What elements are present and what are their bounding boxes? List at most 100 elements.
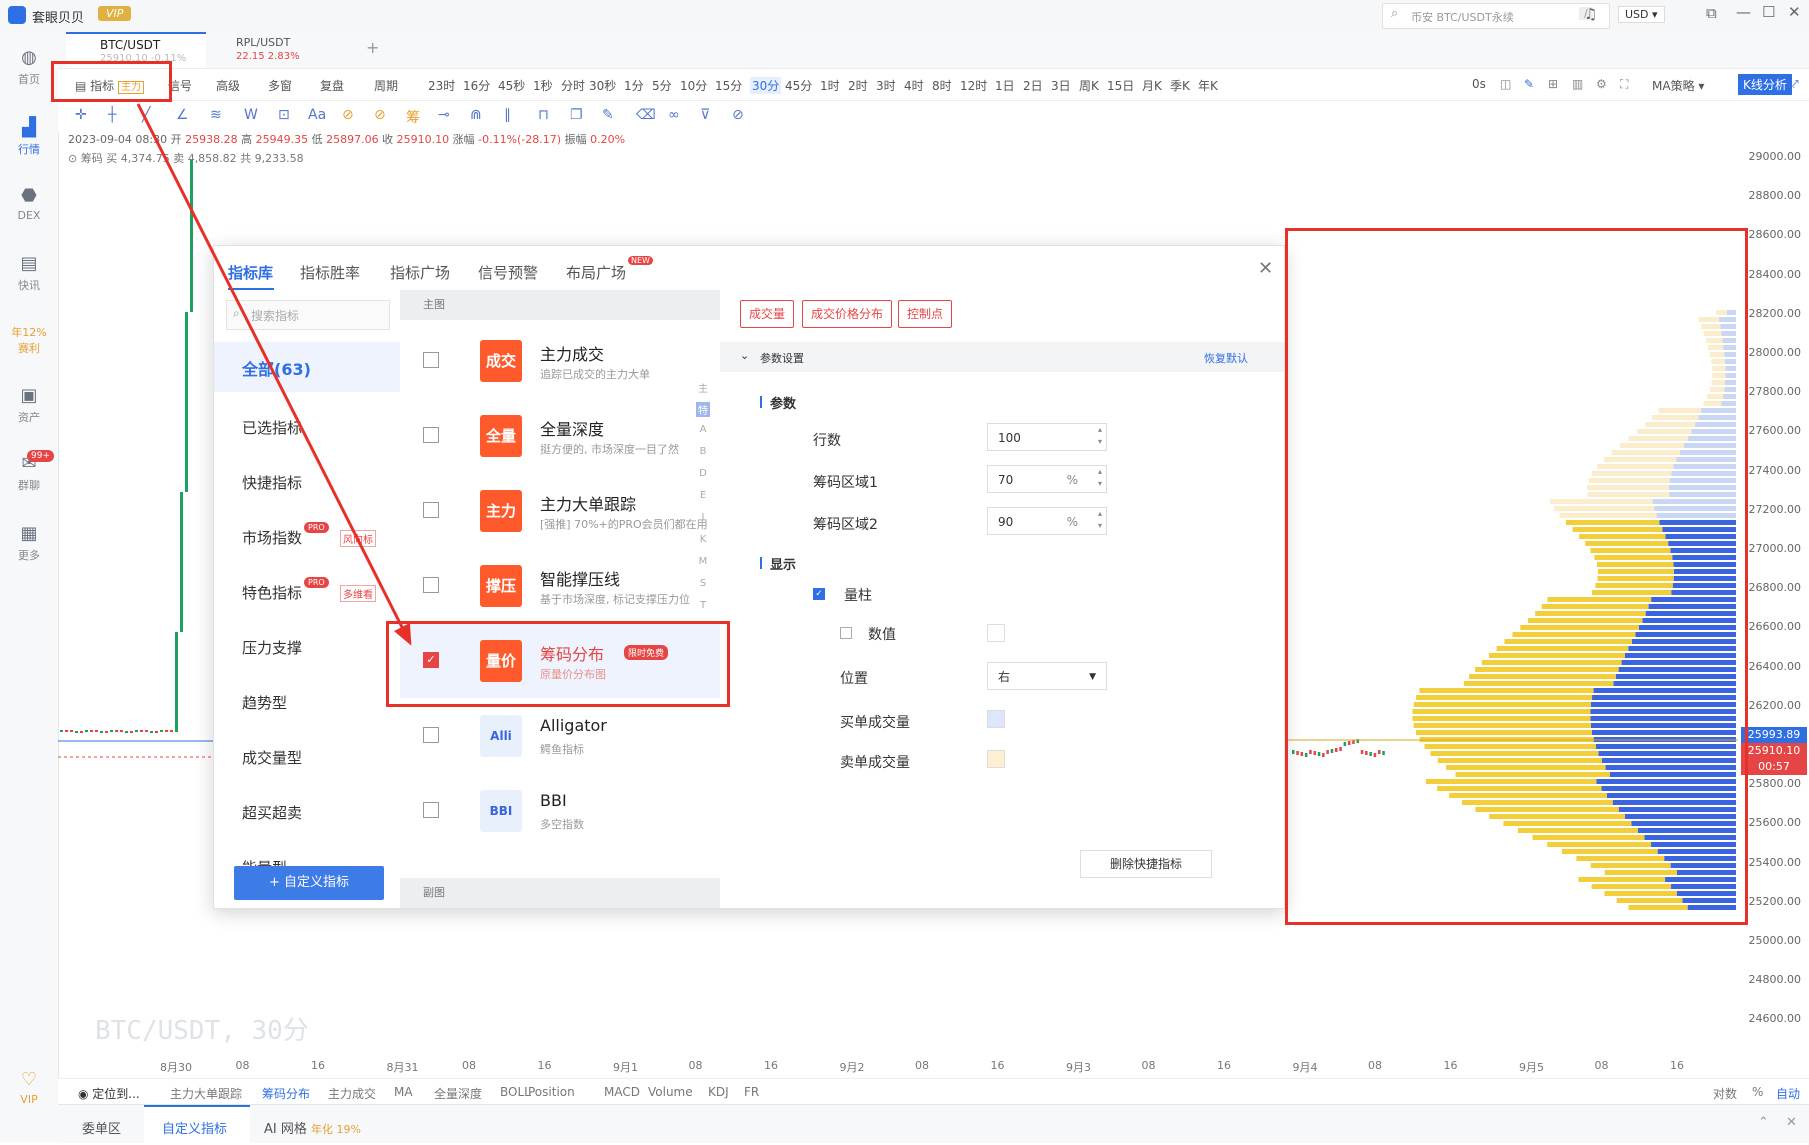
category-trend[interactable]: 趋势型 (242, 692, 287, 713)
interval-14[interactable]: 2时 (848, 77, 868, 94)
indicator-checkbox[interactable] (423, 427, 439, 443)
alpha-index-item[interactable]: A (696, 424, 710, 435)
nav-assets[interactable]: ▣ 资产 (0, 386, 58, 425)
eraser-icon[interactable]: ⊘ (374, 107, 386, 123)
alpha-index-item[interactable]: E (696, 490, 710, 501)
indicator-chip[interactable]: 主力大单跟踪 (170, 1085, 242, 1102)
category-market-index[interactable]: 市场指数 (242, 527, 302, 548)
trash-icon[interactable]: ⌫ (636, 107, 656, 123)
sub-indicator-chip[interactable]: Position (528, 1085, 575, 1099)
chips-tool-icon[interactable]: 筹 (406, 107, 420, 127)
vip-badge[interactable]: VIP (98, 6, 132, 21)
alpha-index-item[interactable]: 主 (696, 380, 710, 395)
pen-icon[interactable]: ✎ (1524, 77, 1534, 91)
maximize-icon[interactable]: ☐ (1762, 3, 1775, 21)
rows-input[interactable]: 100 ▴ ▾ (987, 423, 1107, 451)
indicator-checkbox[interactable] (423, 352, 439, 368)
indicator-chip[interactable]: 全量深度 (434, 1085, 482, 1102)
alpha-index-item[interactable]: I (696, 512, 710, 523)
interval-24[interactable]: 月K (1142, 77, 1162, 94)
tab-ai-grid[interactable]: AI 网格 年化 19% (264, 1118, 361, 1137)
filter-icon[interactable]: ⊽ (700, 107, 710, 123)
indicator-row[interactable]: Alli Alligator 鳄鱼指标 (400, 699, 720, 773)
alpha-index-item[interactable]: B (696, 446, 710, 457)
indicator-row[interactable]: 成交 主力成交 追踪已成交的主力大单 (400, 324, 720, 398)
indicator-row[interactable]: 撑压 智能撑压线 基于市场深度, 标记支撑压力位 (400, 549, 720, 623)
position-select[interactable]: 右 ▼ (987, 662, 1107, 690)
interval-2[interactable]: 16分 (463, 77, 490, 94)
percent-toggle[interactable]: % (1752, 1085, 1763, 1099)
nav-vip[interactable]: ♡ VIP (0, 1070, 58, 1107)
collapse-icon[interactable]: ⌃ (1758, 1115, 1769, 1130)
edit-icon[interactable]: ✎ (602, 107, 614, 123)
interval-26[interactable]: 年K (1198, 77, 1218, 94)
log-toggle[interactable]: 对数 (1713, 1085, 1737, 1102)
tab-layout-plaza[interactable]: 布局广场 (566, 262, 626, 283)
indicator-row[interactable]: BBI BBI 多空指数 (400, 774, 720, 848)
search-box[interactable]: ⌕ 币安 BTC/USDT永续 / (1382, 3, 1610, 29)
replay-button[interactable]: 复盘 (320, 77, 344, 94)
candle-icon[interactable]: ∥ (504, 107, 511, 123)
lock-icon[interactable]: ⊓ (538, 107, 549, 123)
interval-7[interactable]: 1分 (624, 77, 644, 94)
close-window-icon[interactable]: ✕ (1788, 3, 1801, 21)
alpha-index-item[interactable]: K (696, 534, 710, 545)
interval-19[interactable]: 1日 (995, 77, 1015, 94)
zone2-input[interactable]: 90% ▴ ▾ (987, 507, 1107, 535)
tab-custom-indicators[interactable]: 自定义指标 (144, 1105, 250, 1145)
interval-17[interactable]: 8时 (932, 77, 952, 94)
category-overbought[interactable]: 超买超卖 (242, 802, 302, 823)
layout-icon[interactable]: ⊞ (1548, 77, 1558, 91)
indicator-search[interactable]: ⌕ 搜索指标 (226, 300, 390, 330)
category-selected[interactable]: 已选指标 (242, 417, 302, 438)
delete-quick-indicator-button[interactable]: 删除快捷指标 (1080, 850, 1212, 878)
interval-18[interactable]: 12时 (960, 77, 987, 94)
interval-21[interactable]: 3日 (1051, 77, 1071, 94)
values-checkbox[interactable] (840, 627, 852, 639)
settings-icon[interactable]: ⚙ (1596, 77, 1607, 91)
nav-earn[interactable]: 年12% 赛利 (0, 324, 58, 356)
advanced-button[interactable]: 高级 (216, 77, 240, 94)
indicator-checkbox[interactable] (423, 502, 439, 518)
interval-23[interactable]: 15日 (1107, 77, 1134, 94)
add-tab-icon[interactable]: + (366, 38, 379, 57)
chip-price-distribution[interactable]: 成交价格分布 (802, 300, 893, 328)
link-icon[interactable]: ∞ (668, 107, 680, 123)
indicator-chip[interactable]: BOLL (500, 1085, 531, 1099)
fullscreen-icon[interactable]: ⛶ (1620, 77, 1628, 92)
category-support[interactable]: 压力支撑 (242, 637, 302, 658)
ruler-icon[interactable]: ⊸ (438, 107, 450, 123)
alpha-index-item[interactable]: D (696, 468, 710, 479)
tab-plaza[interactable]: 指标广场 (390, 262, 450, 283)
hide-icon[interactable]: ⊘ (732, 107, 744, 123)
interval-3[interactable]: 45秒 (498, 77, 525, 94)
interval-16[interactable]: 4时 (904, 77, 924, 94)
stepper-icon[interactable]: ▴ ▾ (1098, 424, 1102, 448)
sub-indicator-chip[interactable]: MACD (604, 1085, 640, 1099)
brush-icon[interactable]: ⊘ (342, 107, 354, 123)
measure-icon[interactable]: ⊡ (278, 107, 290, 123)
sub-indicator-chip[interactable]: Volume (648, 1085, 693, 1099)
interval-9[interactable]: 10分 (680, 77, 707, 94)
nav-chat[interactable]: ✉ 群聊 99+ (0, 450, 58, 493)
search-input[interactable]: 币安 BTC/USDT永续 (1411, 9, 1514, 25)
restore-default-link[interactable]: 恢复默认 (1204, 350, 1248, 366)
alpha-index-item[interactable]: T (696, 600, 710, 611)
interval-20[interactable]: 2日 (1023, 77, 1043, 94)
ma-strategy-button[interactable]: MA策略 ▾ (1652, 77, 1704, 94)
alpha-index-item[interactable]: S (696, 578, 710, 589)
trend-line-icon[interactable]: ╱ (142, 107, 150, 123)
interval-6[interactable]: 30秒 (589, 77, 616, 94)
alpha-index-item[interactable]: 特 (696, 402, 710, 417)
params-header[interactable]: ⌄ 参数设置 恢复默认 (720, 342, 1284, 372)
save-icon[interactable]: ▥ (1572, 77, 1583, 91)
indicator-checkbox[interactable] (423, 727, 439, 743)
crosshair-icon[interactable]: ✛ (75, 107, 87, 123)
close-panel-icon[interactable]: ✕ (1786, 1115, 1797, 1130)
stepper-icon[interactable]: ▴ ▾ (1098, 466, 1102, 490)
window-pin-icon[interactable]: ⧉ (1706, 4, 1717, 22)
indicator-chip[interactable]: 筹码分布 (262, 1085, 310, 1102)
interval-5[interactable]: 分时 (561, 77, 585, 94)
auto-toggle[interactable]: 自动 (1776, 1085, 1800, 1102)
minimize-icon[interactable]: — (1736, 3, 1751, 21)
